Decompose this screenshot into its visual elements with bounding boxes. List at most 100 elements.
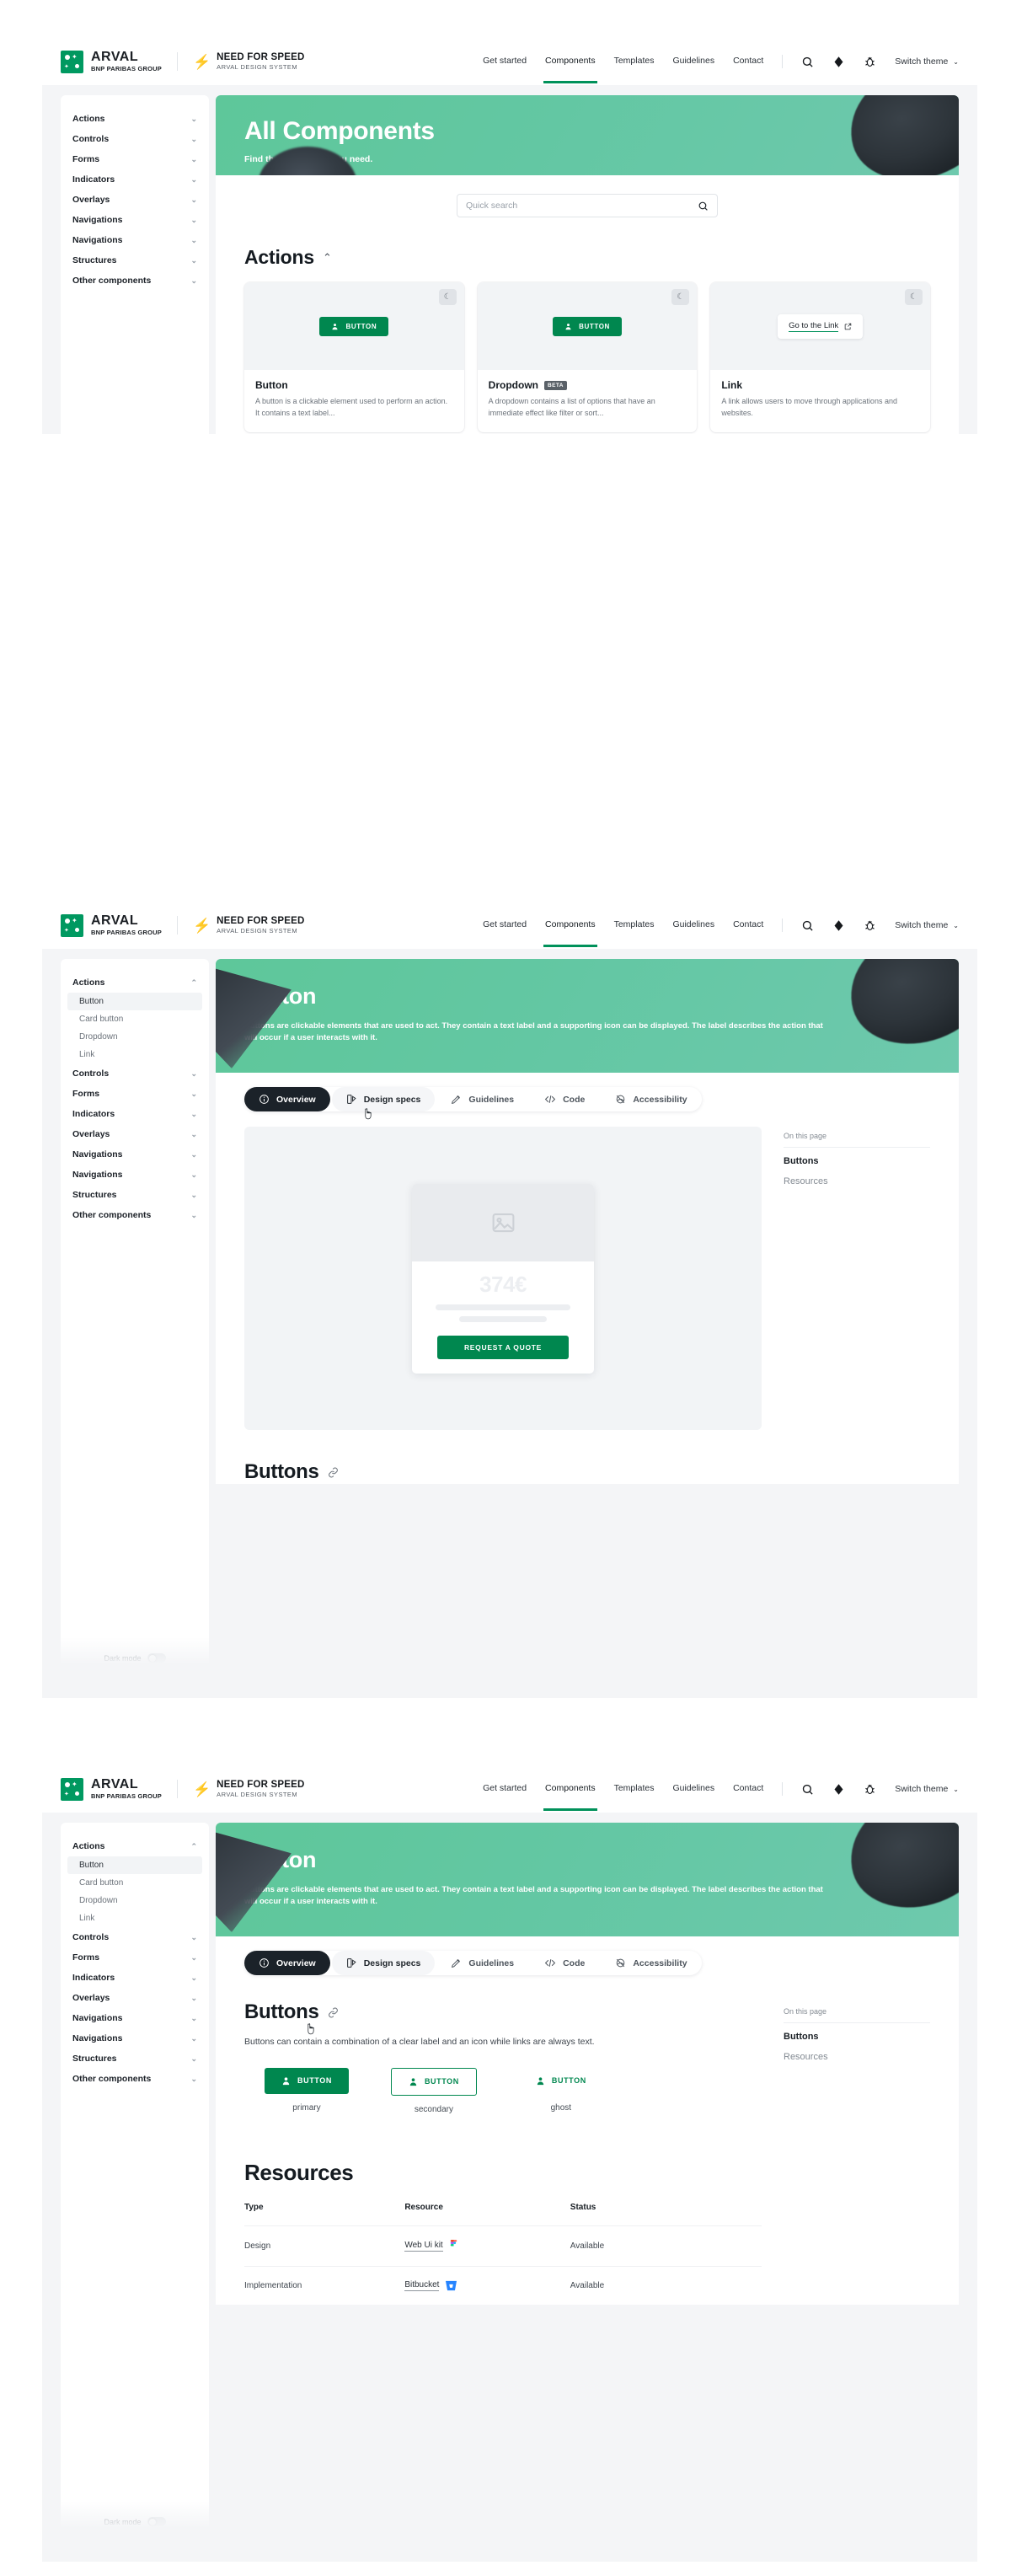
sidebar-group-actions[interactable]: Actions ⌄ bbox=[61, 109, 209, 129]
on-this-page-item-buttons[interactable]: Buttons bbox=[784, 1148, 930, 1168]
on-this-page-item-resources[interactable]: Resources bbox=[784, 1168, 930, 1188]
toggle-switch[interactable] bbox=[147, 1653, 166, 1663]
sidebar-group-actions[interactable]: Actions ⌃ bbox=[61, 1836, 209, 1856]
preview-button[interactable]: BUTTON bbox=[319, 316, 389, 336]
search-icon[interactable] bbox=[801, 919, 814, 932]
bug-icon[interactable] bbox=[864, 56, 876, 68]
sidebar-group-controls[interactable]: Controls ⌄ bbox=[61, 1927, 209, 1947]
sidebar-group-structures[interactable]: Structures ⌄ bbox=[61, 1185, 209, 1205]
nav-templates[interactable]: Templates bbox=[614, 56, 655, 68]
design-system-logo[interactable]: ⚡ NEED FOR SPEED ARVAL DESIGN SYSTEM bbox=[193, 916, 305, 935]
nav-components[interactable]: Components bbox=[543, 919, 597, 947]
nav-get-started[interactable]: Get started bbox=[483, 56, 527, 68]
tab-accessibility[interactable]: Accessibility bbox=[601, 1087, 701, 1111]
sidebar-item-card-button[interactable]: Card button bbox=[61, 1010, 209, 1028]
figma-icon[interactable] bbox=[832, 919, 845, 932]
sidebar-group-navigations-1[interactable]: Navigations ⌄ bbox=[61, 1144, 209, 1165]
tab-design-specs[interactable]: Design specs bbox=[331, 1087, 436, 1120]
preview-link[interactable]: Go to the Link bbox=[778, 313, 864, 339]
sidebar-group-actions[interactable]: Actions ⌃ bbox=[61, 972, 209, 993]
anchor-link-icon[interactable] bbox=[328, 1467, 339, 1478]
sidebar-group-overlays[interactable]: Overlays ⌄ bbox=[61, 1988, 209, 2008]
primary-button[interactable]: BUTTON bbox=[265, 2067, 349, 2094]
nav-contact[interactable]: Contact bbox=[733, 919, 763, 932]
figma-icon[interactable] bbox=[832, 1783, 845, 1796]
tab-overview[interactable]: Overview bbox=[244, 1951, 330, 1976]
on-this-page-item-resources[interactable]: Resources bbox=[784, 2043, 930, 2064]
nav-templates[interactable]: Templates bbox=[614, 919, 655, 932]
arval-logo[interactable]: ✦ ✦ ARVAL BNP PARIBAS GROUP bbox=[61, 913, 162, 937]
component-card-link[interactable]: ☾ Go to the Link Link A link allows user… bbox=[710, 282, 931, 432]
search-icon[interactable] bbox=[801, 1783, 814, 1796]
toggle-switch[interactable] bbox=[147, 2517, 166, 2526]
design-system-logo[interactable]: ⚡ NEED FOR SPEED ARVAL DESIGN SYSTEM bbox=[193, 52, 305, 72]
sidebar-group-overlays[interactable]: Overlays ⌄ bbox=[61, 1124, 209, 1144]
nav-get-started[interactable]: Get started bbox=[483, 1783, 527, 1796]
sidebar-group-controls[interactable]: Controls ⌄ bbox=[61, 129, 209, 149]
sidebar-group-controls[interactable]: Controls ⌄ bbox=[61, 1063, 209, 1084]
search-icon[interactable] bbox=[801, 56, 814, 68]
sidebar-group-indicators[interactable]: Indicators ⌄ bbox=[61, 1968, 209, 1988]
moon-icon[interactable]: ☾ bbox=[905, 289, 923, 305]
switch-theme-button[interactable]: Switch theme ⌄ bbox=[895, 920, 959, 930]
tab-code[interactable]: Code bbox=[530, 1951, 599, 1975]
sidebar-item-button[interactable]: Button bbox=[67, 993, 202, 1010]
sidebar-group-forms[interactable]: Forms ⌄ bbox=[61, 149, 209, 169]
design-system-logo[interactable]: ⚡ NEED FOR SPEED ARVAL DESIGN SYSTEM bbox=[193, 1780, 305, 1799]
resource-link[interactable]: Bitbucket bbox=[404, 2280, 440, 2291]
resource-link[interactable]: Web Ui kit bbox=[404, 2241, 443, 2252]
component-card-dropdown[interactable]: ☾ BUTTON Dropdown BETA A dropdown contai… bbox=[477, 282, 698, 432]
chevron-up-icon[interactable]: ⌃ bbox=[323, 251, 332, 265]
switch-theme-button[interactable]: Switch theme ⌄ bbox=[895, 56, 959, 67]
switch-theme-button[interactable]: Switch theme ⌄ bbox=[895, 1784, 959, 1794]
sidebar-group-navigations-2[interactable]: Navigations ⌄ bbox=[61, 230, 209, 250]
sidebar-item-dropdown[interactable]: Dropdown bbox=[61, 1028, 209, 1046]
tab-overview[interactable]: Overview bbox=[244, 1087, 330, 1112]
nav-templates[interactable]: Templates bbox=[614, 1783, 655, 1796]
sidebar-group-navigations-2[interactable]: Navigations ⌄ bbox=[61, 2028, 209, 2048]
component-card-button[interactable]: ☾ BUTTON Button A button is a clickable … bbox=[244, 282, 464, 432]
nav-contact[interactable]: Contact bbox=[733, 56, 763, 68]
on-this-page-item-buttons[interactable]: Buttons bbox=[784, 2023, 930, 2043]
sidebar-group-overlays[interactable]: Overlays ⌄ bbox=[61, 190, 209, 210]
nav-get-started[interactable]: Get started bbox=[483, 919, 527, 932]
sidebar-item-button[interactable]: Button bbox=[67, 1856, 202, 1874]
nav-guidelines[interactable]: Guidelines bbox=[672, 56, 714, 68]
sidebar-item-dropdown[interactable]: Dropdown bbox=[61, 1892, 209, 1909]
tab-guidelines[interactable]: Guidelines bbox=[436, 1951, 528, 1975]
moon-icon[interactable]: ☾ bbox=[671, 289, 690, 305]
moon-icon[interactable]: ☾ bbox=[438, 289, 457, 305]
sidebar-group-navigations-1[interactable]: Navigations ⌄ bbox=[61, 210, 209, 230]
sidebar-item-card-button[interactable]: Card button bbox=[61, 1874, 209, 1892]
sidebar-item-link[interactable]: Link bbox=[61, 1046, 209, 1063]
preview-button[interactable]: BUTTON bbox=[553, 316, 622, 336]
ghost-button[interactable]: BUTTON bbox=[519, 2068, 603, 2094]
tab-accessibility[interactable]: Accessibility bbox=[601, 1951, 701, 1975]
tab-design-specs[interactable]: Design specs bbox=[331, 1951, 436, 1976]
sidebar-group-indicators[interactable]: Indicators ⌄ bbox=[61, 169, 209, 190]
nav-contact[interactable]: Contact bbox=[733, 1783, 763, 1796]
arval-logo[interactable]: ✦ ✦ ARVAL BNP PARIBAS GROUP bbox=[61, 1777, 162, 1801]
figma-icon[interactable] bbox=[832, 56, 845, 68]
secondary-button[interactable]: BUTTON bbox=[390, 2067, 477, 2096]
tab-guidelines[interactable]: Guidelines bbox=[436, 1087, 528, 1111]
anchor-link-icon[interactable] bbox=[328, 2007, 339, 2018]
sidebar-group-other-components[interactable]: Other components ⌄ bbox=[61, 2069, 209, 2089]
sidebar-group-structures[interactable]: Structures ⌄ bbox=[61, 250, 209, 270]
sidebar-group-other-components[interactable]: Other components ⌄ bbox=[61, 1205, 209, 1225]
search-input[interactable] bbox=[466, 201, 691, 211]
nav-components[interactable]: Components bbox=[543, 56, 597, 83]
nav-guidelines[interactable]: Guidelines bbox=[672, 919, 714, 932]
arval-logo[interactable]: ✦ ✦ ARVAL BNP PARIBAS GROUP bbox=[61, 50, 162, 73]
dark-mode-toggle[interactable]: Dark mode bbox=[61, 2517, 209, 2526]
sidebar-group-other-components[interactable]: Other components ⌄ bbox=[61, 270, 209, 291]
section-header-actions[interactable]: Actions ⌃ bbox=[244, 246, 930, 269]
sidebar-group-structures[interactable]: Structures ⌄ bbox=[61, 2048, 209, 2069]
bug-icon[interactable] bbox=[864, 1783, 876, 1796]
sidebar-group-navigations-1[interactable]: Navigations ⌄ bbox=[61, 2008, 209, 2028]
sidebar-item-link[interactable]: Link bbox=[61, 1909, 209, 1927]
nav-guidelines[interactable]: Guidelines bbox=[672, 1783, 714, 1796]
search-icon[interactable] bbox=[698, 201, 709, 212]
sidebar-group-navigations-2[interactable]: Navigations ⌄ bbox=[61, 1165, 209, 1185]
dark-mode-toggle[interactable]: Dark mode bbox=[61, 1653, 209, 1663]
